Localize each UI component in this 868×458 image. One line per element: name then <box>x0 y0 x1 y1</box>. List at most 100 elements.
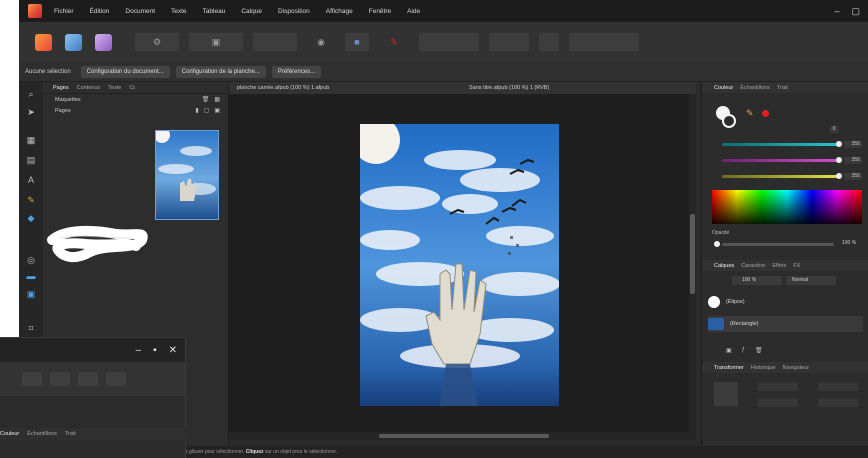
publisher-persona-icon[interactable] <box>35 33 52 51</box>
frame-text-tool-icon[interactable]: ▦ <box>24 134 38 146</box>
spread-icon[interactable]: ▢ <box>204 107 210 114</box>
shape-tool-icon[interactable]: ◎ <box>24 254 38 266</box>
menu-tableau[interactable]: Tableau <box>203 8 226 15</box>
tab-echantillons[interactable]: Échantillons <box>740 85 770 91</box>
designer-persona-icon[interactable] <box>95 33 112 51</box>
tab-calques[interactable]: Calques <box>714 263 734 269</box>
magenta-value[interactable]: 255 <box>844 157 862 164</box>
spread-setup-button[interactable]: Configuration de la planche... <box>175 65 266 78</box>
boolean-group[interactable] <box>569 33 639 51</box>
float-tool-button[interactable] <box>78 372 98 386</box>
tab-couleur[interactable]: Couleur <box>714 85 733 91</box>
page-icon[interactable]: ▮ <box>195 107 198 114</box>
tab-caractere[interactable]: Caractère <box>741 263 765 269</box>
opacity-slider[interactable] <box>714 241 834 247</box>
tab-texte[interactable]: Texte <box>108 85 121 91</box>
photo-persona-icon[interactable] <box>65 33 82 51</box>
magenta-slider-knob[interactable] <box>836 157 842 163</box>
menu-texte[interactable]: Texte <box>171 8 187 15</box>
node-tool-icon[interactable]: ➤ <box>24 106 38 118</box>
menu-document[interactable]: Document <box>125 8 155 15</box>
x-field[interactable] <box>758 382 798 391</box>
rectangle-tool-icon[interactable]: ▬ <box>24 270 38 282</box>
float-minimize-button[interactable]: – <box>136 345 142 356</box>
tab-fx[interactable]: FX <box>793 263 800 269</box>
width-field[interactable] <box>758 398 798 407</box>
float-tool-button[interactable] <box>106 372 126 386</box>
menu-fenetre[interactable]: Fenêtre <box>369 8 391 15</box>
preferences-button[interactable]: Préférences... <box>271 65 322 78</box>
add-page-icon[interactable]: ▣ <box>214 107 220 114</box>
float-tab-couleur[interactable]: Couleur <box>0 431 19 437</box>
stroke-swatch[interactable] <box>722 114 736 128</box>
hex-value-field[interactable]: 0 <box>830 126 838 133</box>
view-mode-group[interactable]: ⚙ <box>135 33 179 51</box>
tab-transformer[interactable]: Transformer <box>714 365 744 371</box>
pencil-tool-icon[interactable]: ✎ <box>24 194 38 206</box>
tab-historique[interactable]: Historique <box>751 365 776 371</box>
floating-window-titlebar[interactable]: – ▪ ✕ <box>0 338 185 362</box>
add-layer-icon[interactable]: ▣ <box>726 347 732 354</box>
tab-effets[interactable]: Effets <box>772 263 786 269</box>
crop-tool-icon[interactable]: ⌗ <box>24 322 38 334</box>
float-restore-button[interactable]: ▪ <box>153 345 157 356</box>
delete-layer-icon[interactable]: 🗑 <box>755 347 763 354</box>
maximize-button[interactable]: ▢ <box>851 6 860 17</box>
eyedropper-icon[interactable]: ✎ <box>746 108 754 119</box>
align-group[interactable] <box>489 33 529 51</box>
layer-row[interactable]: (Rectangle) <box>708 316 863 332</box>
horizontal-scroll-thumb[interactable] <box>379 434 549 438</box>
menu-calque[interactable]: Calque <box>241 8 262 15</box>
fill-tool-icon[interactable]: ◆ <box>24 212 38 224</box>
cyan-slider-knob[interactable] <box>836 141 842 147</box>
delete-icon[interactable]: 🗑 <box>202 96 210 103</box>
move-tool-icon[interactable]: ⌕ <box>24 88 38 100</box>
menu-aide[interactable]: Aide <box>407 8 420 15</box>
floating-studio-window[interactable]: – ▪ ✕ Couleur Échantillons Trait <box>0 337 186 458</box>
magenta-slider[interactable] <box>722 157 842 163</box>
color-picker-button[interactable]: ✎ <box>379 33 409 51</box>
pages-row[interactable]: Pages ▮ ▢ ▣ <box>43 105 228 116</box>
document-setup-button[interactable]: Configuration du document... <box>80 65 170 78</box>
tab-pages[interactable]: Pages <box>53 85 69 91</box>
preview-mode-button[interactable]: ◉ <box>307 33 335 51</box>
yellow-value[interactable]: 255 <box>844 173 862 180</box>
artwork-page[interactable] <box>360 124 559 406</box>
opacity-slider-knob[interactable] <box>714 241 720 247</box>
yellow-slider-knob[interactable] <box>836 173 842 179</box>
vertical-scrollbar[interactable] <box>689 94 696 438</box>
vertical-scroll-thumb[interactable] <box>690 214 695 294</box>
snapping-group[interactable] <box>419 33 479 51</box>
height-field[interactable] <box>818 398 858 407</box>
tab-navigateur[interactable]: Navigateur <box>783 365 810 371</box>
layout-group[interactable]: ▣ <box>189 33 243 51</box>
yellow-slider[interactable] <box>722 173 842 179</box>
document-tab-2[interactable]: Sans titre.afpub (100 %) 1 (RVB) <box>461 85 693 91</box>
float-tool-button[interactable] <box>22 372 42 386</box>
layer-row[interactable]: (Élipse) <box>708 294 863 310</box>
spread-group[interactable] <box>253 33 297 51</box>
tab-contenus[interactable]: Contenus <box>77 85 101 91</box>
anchor-grid-icon[interactable] <box>714 382 738 406</box>
document-tab-1[interactable]: planche carrée.afpub (100 %) 1.afpub <box>229 85 461 91</box>
blend-mode-select[interactable]: Normal <box>786 276 836 285</box>
fx-icon[interactable]: ƒ <box>742 347 745 353</box>
minimize-button[interactable]: – <box>834 6 839 17</box>
float-close-button[interactable]: ✕ <box>169 345 177 356</box>
fill-stroke-swatch[interactable] <box>716 106 736 128</box>
y-field[interactable] <box>818 382 858 391</box>
float-tab-trait[interactable]: Trait <box>65 431 76 437</box>
cyan-slider[interactable] <box>722 141 842 147</box>
text-frame-button[interactable]: ■ <box>345 33 369 51</box>
menu-affichage[interactable]: Affichage <box>326 8 353 15</box>
menu-disposition[interactable]: Disposition <box>278 8 310 15</box>
tab-cr[interactable]: Cr. <box>129 85 136 91</box>
tab-trait[interactable]: Trait <box>777 85 788 91</box>
grid-icon[interactable]: ▦ <box>214 96 220 103</box>
picture-frame-icon[interactable]: ▣ <box>24 288 38 300</box>
color-spectrum[interactable] <box>712 190 862 224</box>
opacity-value[interactable]: 100 % <box>842 240 856 246</box>
menu-edition[interactable]: Édition <box>90 8 110 15</box>
arrange-button[interactable] <box>539 33 559 51</box>
float-tool-button[interactable] <box>50 372 70 386</box>
